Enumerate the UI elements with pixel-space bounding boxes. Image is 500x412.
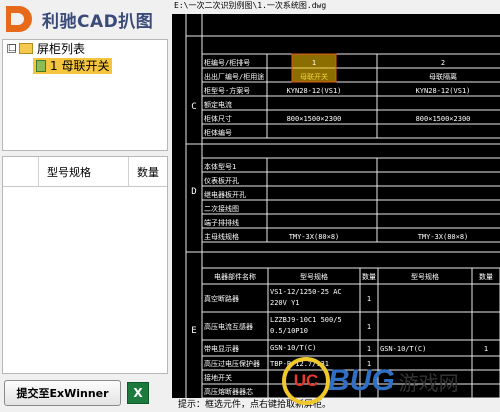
tree-root-node[interactable]: □ 屏柜列表 [3,40,167,57]
cad-top-row-value2: 800×1500×2300 [416,115,471,123]
cad-top-row-value1: KYN28-12(VS1) [287,87,342,95]
cad-comp-name: 高压过电压保护器 [204,359,260,368]
cad-top-row-value2: KYN28-12(VS1) [416,87,471,95]
cad-section-label-e: E [191,326,196,336]
app-logo-icon [6,6,36,32]
drawing-panel: E:\一次二次识别例图\1.一次系统图.dwg 柜编号/柜排号 1 2 出出厂编号/柜… [172,0,500,412]
drawing-path: E:\一次二次识别例图\1.一次系统图.dwg [172,0,500,14]
cad-comp-qty1: 1 [367,295,371,303]
cad-top-row-label: 出出厂编号/柜用途 [204,72,264,81]
cad-mid-row-label: 二次接线图 [204,204,239,213]
cad-comp-spec2: GSN-10/T(C) [380,345,426,353]
tree-selected-item[interactable]: 1 母联开关 [33,57,113,74]
cad-comp-name: 接地开关 [204,373,232,382]
cad-mid-row-label: 本体型号1 [204,162,236,171]
cabinet-tree[interactable]: □ 屏柜列表 1 母联开关 [2,39,168,151]
cad-mid-row-label: 端子排排线 [204,218,239,227]
submit-exwinner-button[interactable]: 提交至ExWinner [4,380,121,406]
cad-canvas[interactable]: 柜编号/柜排号 1 2 出出厂编号/柜用途 母联开关 母联隔离柜型号-方案号 KYN28-1… [172,14,500,398]
watermark-cn-text: 游戏网 [398,370,459,395]
cad-top-row-value2: 母联隔离 [429,72,457,81]
grid-col-spec[interactable]: 型号规格 [39,157,129,186]
cad-top-row-label: 柜编号/柜排号 [204,58,250,67]
cad-top-row-label: 柜型号-方案号 [204,86,250,95]
cad-comp-header-spec1: 型号规格 [300,272,328,281]
tree-child-node[interactable]: 1 母联开关 [3,57,167,74]
cad-comp-name: 高压熔断器器芯 [204,387,253,396]
app-header: 利驰CAD扒图 [0,0,172,38]
cad-comp-spec1: GSN-10/T(C) [270,344,316,352]
grid-header: 型号规格 数量 [3,157,167,187]
cad-drawing: 柜编号/柜排号 1 2 出出厂编号/柜用途 母联开关 母联隔离柜型号-方案号 KYN28-1… [185,14,500,398]
excel-export-icon[interactable]: X [127,382,149,404]
component-grid[interactable]: 型号规格 数量 [2,156,168,374]
cad-comp-qty2: 1 [484,345,488,353]
cabinet-icon [36,59,46,72]
tree-collapse-toggle[interactable]: □ [7,44,17,53]
cad-comp-name: 带电显示器 [204,344,239,353]
cad-comp-qty1: 1 [367,323,371,331]
tree-root-label: 屏柜列表 [37,42,86,56]
grid-col-qty[interactable]: 数量 [129,157,167,186]
cad-section-label-d: D [191,187,196,197]
grid-corner-cell [3,157,39,186]
cad-comp-header-name: 电器部件名称 [214,272,256,281]
folder-icon [19,43,33,54]
cad-section-label-c: C [191,102,196,112]
cad-comp-spec1: LZZBJ9-10C1 500/5 [270,316,342,324]
cad-comp-spec1: 0.5/10P10 [270,327,308,335]
cad-mid-row-label: 仪表板开孔 [204,176,239,185]
app-title: 利驰CAD扒图 [42,11,154,32]
cad-mid-row-label: 主母线规格 [204,232,239,241]
cad-top-row-label: 额定电流 [204,100,232,109]
cad-mid-value1: TMY-3X(80×8) [289,233,340,241]
cad-mid-row-label: 继电器板开孔 [204,190,246,199]
watermark-bug-text: BUG [328,364,395,397]
cad-top-row-value2: 2 [441,59,445,67]
cad-comp-spec1: 220V Y1 [270,299,300,307]
ucbug-watermark: UC BUG 游戏网 [282,355,497,407]
tree-child-label: 1 母联开关 [50,59,110,73]
left-panel: 利驰CAD扒图 □ 屏柜列表 1 母联开关 型号规格 数量 提交至ExWinne… [0,0,172,412]
cad-top-row-value1: 800×1500×2300 [287,115,342,123]
cad-top-row-value1: 1 [312,59,316,67]
cad-comp-name: 真空断路器 [204,294,239,303]
cad-top-row-label: 柜体尺寸 [204,114,232,123]
cad-top-row-value1: 母联开关 [300,72,328,81]
cad-top-row-label: 柜体编号 [204,128,232,137]
cad-comp-spec1: VS1-12/1250-25 AC [270,288,342,296]
cad-mid-value2: TMY-3X(80×8) [418,233,469,241]
cad-comp-name: 高压电流互感器 [204,322,253,331]
cad-comp-header-qty1: 数量 [362,272,376,281]
cad-comp-header-spec2: 型号规格 [411,272,439,281]
watermark-uc-logo: UC [282,357,330,405]
cad-comp-header-qty2: 数量 [479,272,493,281]
cad-comp-qty1: 1 [367,345,371,353]
